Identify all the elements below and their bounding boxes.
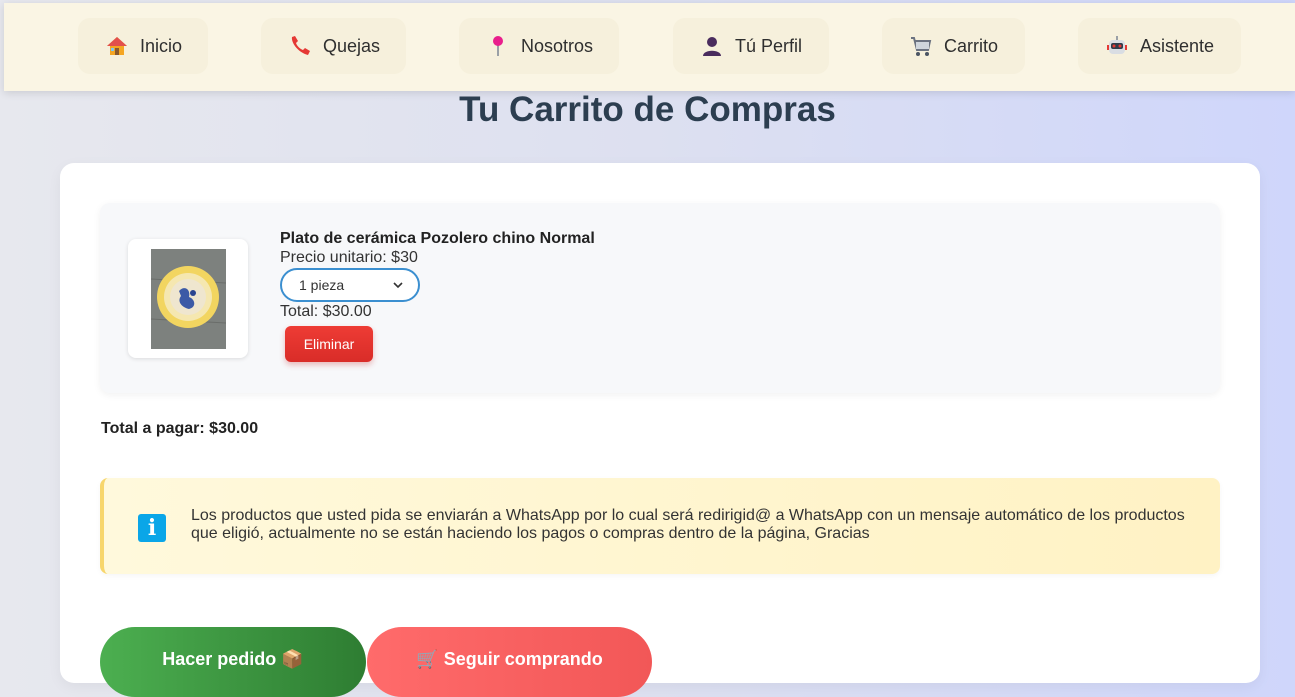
nav-label: Carrito: [944, 35, 999, 56]
nav-label: Asistente: [1140, 35, 1215, 56]
remove-button[interactable]: Eliminar: [285, 326, 373, 362]
nav-label: Quejas: [323, 35, 381, 56]
product-name: Plato de cerámica Pozolero chino Normal: [280, 230, 595, 247]
house-icon: [104, 33, 130, 59]
continue-shopping-button[interactable]: 🛒 Seguir comprando: [367, 627, 652, 697]
grand-total: Total a pagar: $30.00: [101, 420, 259, 437]
pin-icon: [485, 33, 511, 59]
nav-item-asistente[interactable]: Asistente: [1078, 18, 1241, 74]
cart-panel: Plato de cerámica Pozolero chino Normal …: [60, 163, 1260, 697]
item-total: Total: $30.00: [280, 303, 372, 320]
notice-text: Los productos que usted pida se enviarán…: [191, 507, 1185, 542]
cart-icon: [908, 33, 934, 59]
unit-price: Precio unitario: $30: [280, 249, 418, 266]
nav-item-perfil[interactable]: Tú Perfil: [673, 18, 829, 74]
place-order-button[interactable]: Hacer pedido 📦: [100, 627, 366, 697]
product-thumbnail: [128, 239, 248, 358]
info-icon: i: [138, 514, 166, 542]
quantity-value: 1 pieza: [299, 277, 345, 293]
product-image: [151, 249, 226, 349]
nav-label: Nosotros: [521, 35, 594, 56]
chevron-down-icon: [392, 278, 404, 295]
nav-item-carrito[interactable]: Carrito: [882, 18, 1025, 74]
user-icon: [699, 33, 725, 59]
nav-item-nosotros[interactable]: Nosotros: [459, 18, 619, 74]
nav-label: Tú Perfil: [735, 35, 803, 56]
nav-item-inicio[interactable]: Inicio: [78, 18, 208, 74]
cart-item: Plato de cerámica Pozolero chino Normal …: [100, 203, 1220, 393]
page-title: Tu Carrito de Compras: [459, 90, 836, 129]
top-nav: Inicio Quejas Nosotros Tú Perfil Carrito…: [4, 3, 1295, 91]
whatsapp-notice: i Los productos que usted pida se enviar…: [100, 478, 1220, 574]
quantity-select[interactable]: 1 pieza: [280, 268, 420, 302]
phone-icon: [287, 33, 313, 59]
nav-item-quejas[interactable]: Quejas: [261, 18, 406, 74]
robot-icon: [1104, 33, 1130, 59]
nav-label: Inicio: [140, 35, 183, 56]
